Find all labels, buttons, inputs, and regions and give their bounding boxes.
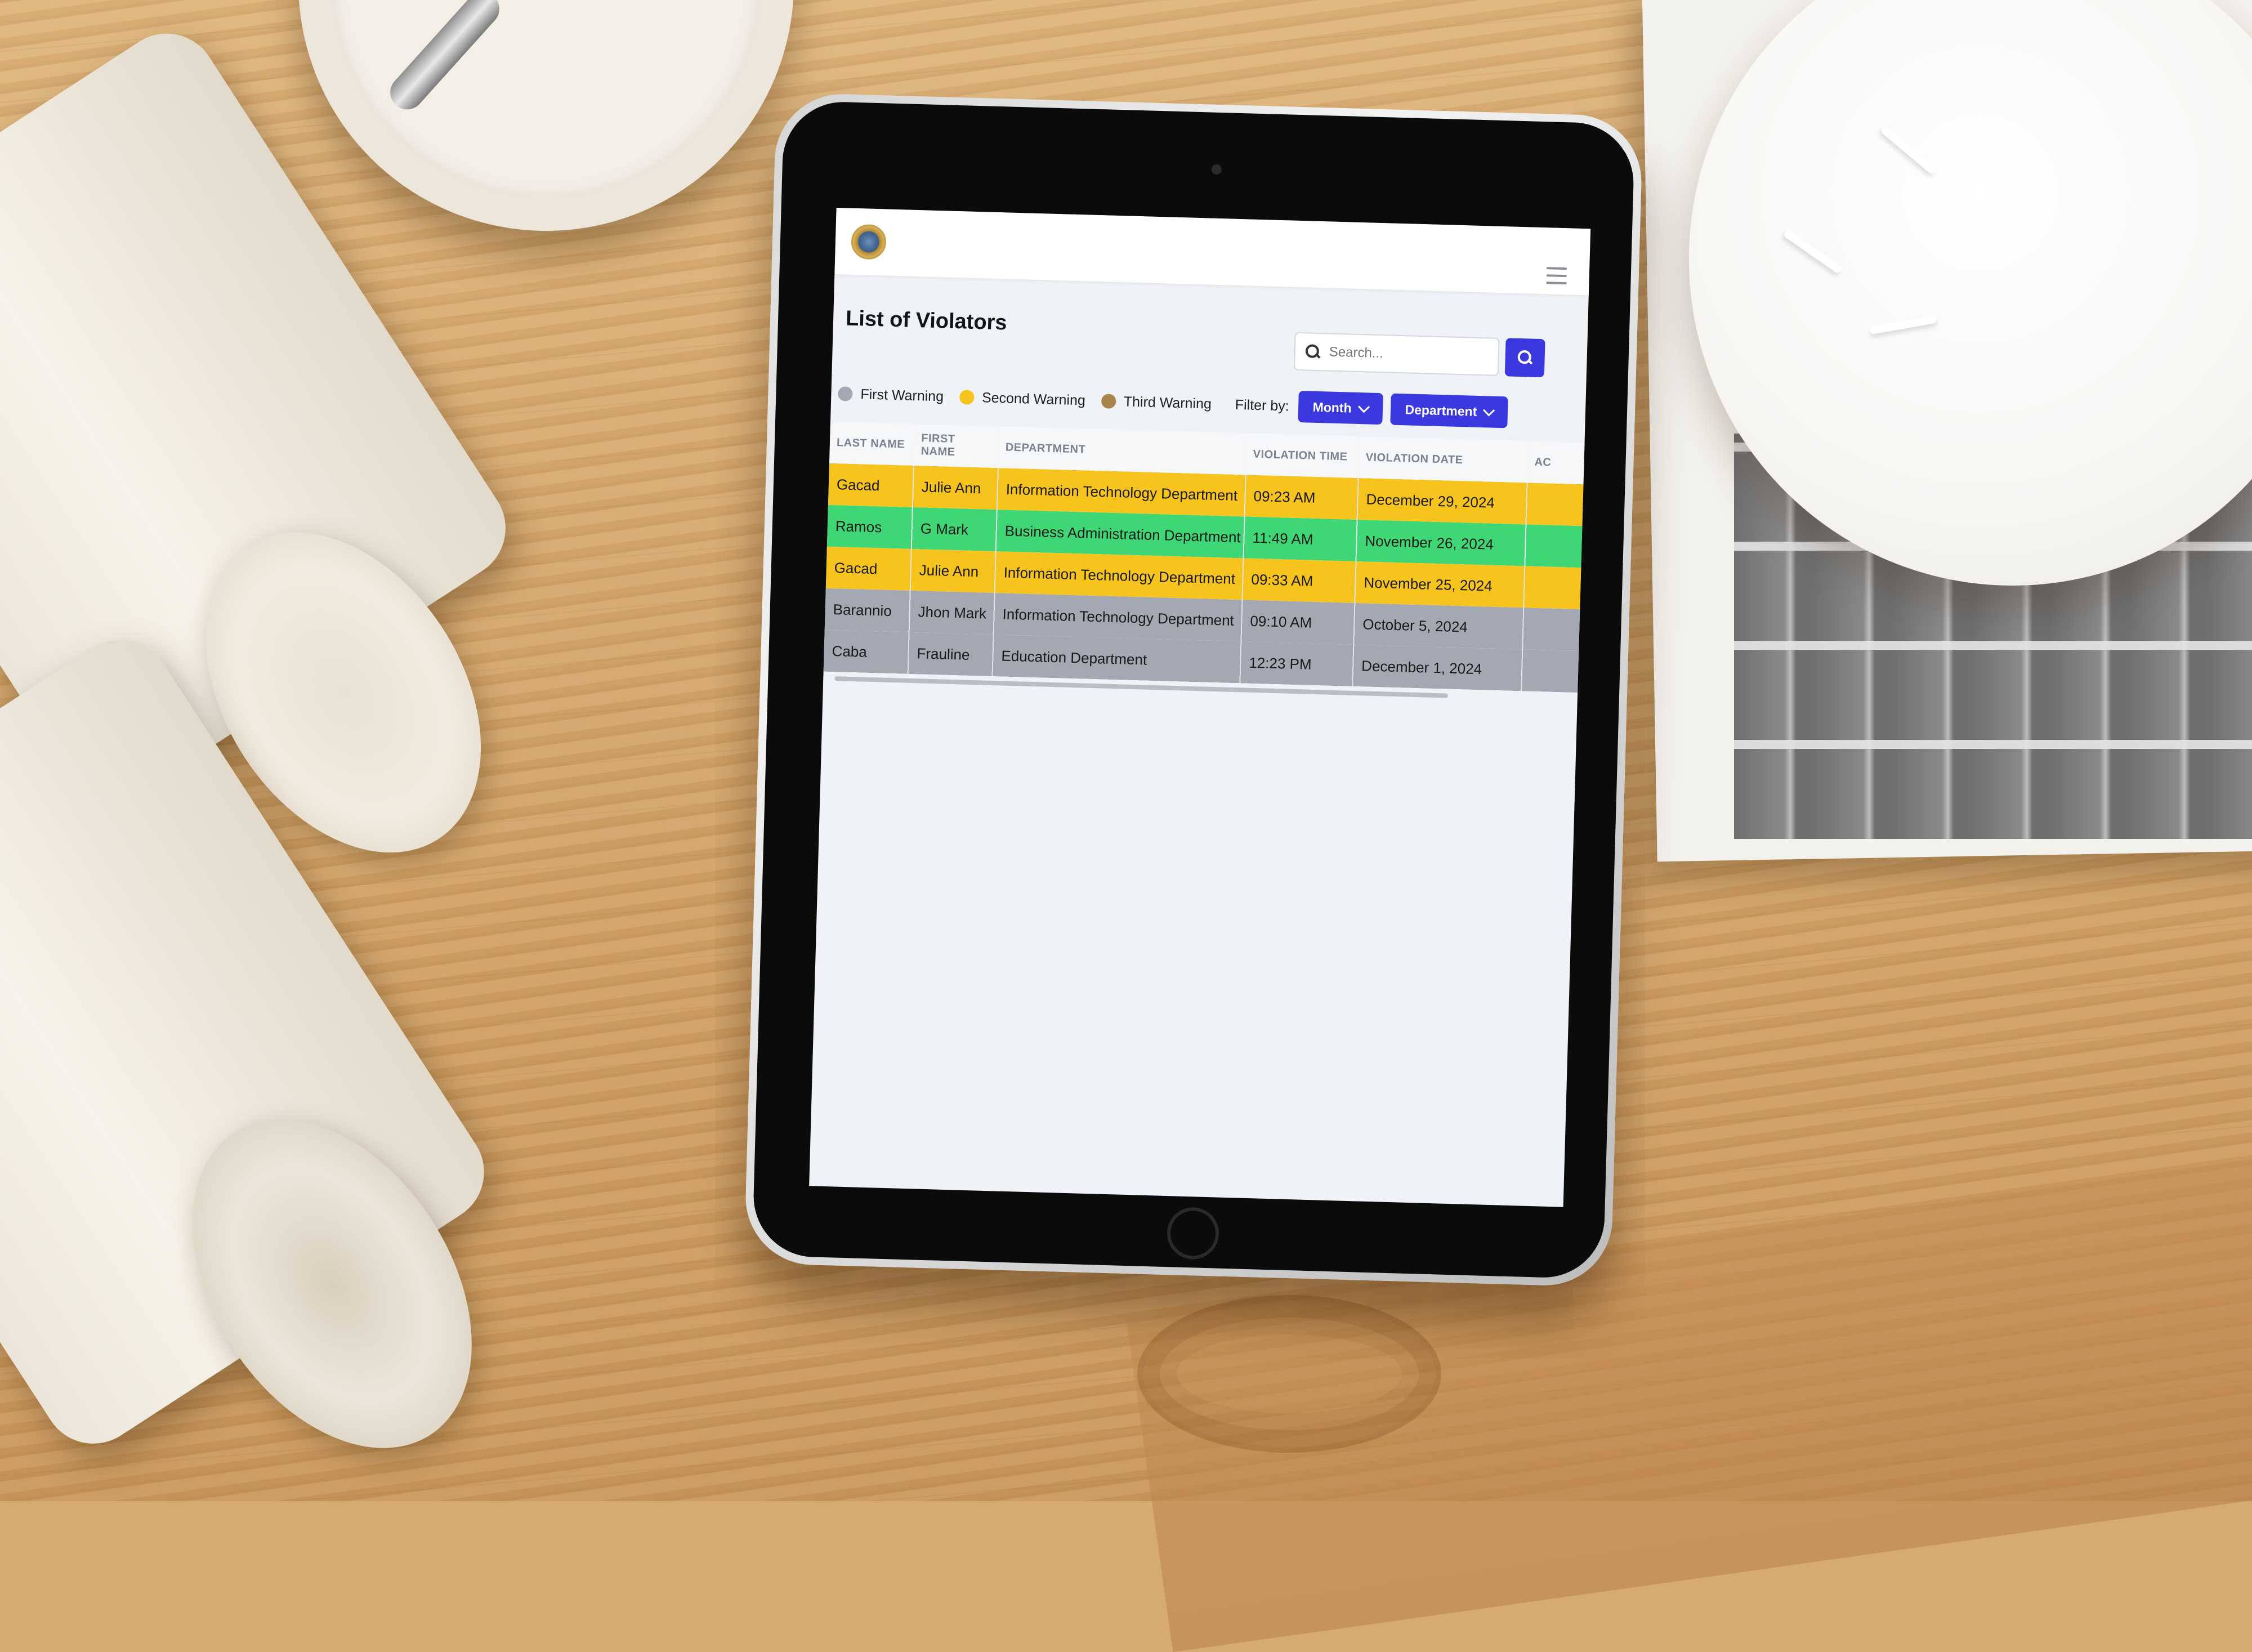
chevron-down-icon (1483, 404, 1495, 417)
column-header-actions[interactable]: AC (1527, 441, 1590, 485)
push-pin (1869, 315, 1937, 335)
cell-violation-time: 09:10 AM (1241, 600, 1355, 645)
home-button[interactable] (1166, 1207, 1220, 1260)
cell-department: Education Department (992, 635, 1241, 684)
cell-department: Information Technology Department (993, 593, 1243, 642)
cell-first-name: Julie Ann (910, 548, 996, 593)
cell-department: Information Technology Department (997, 468, 1246, 517)
legend-dot (959, 390, 975, 405)
push-pin (1782, 229, 1843, 275)
cell-actions[interactable] (1521, 649, 1585, 693)
filter-label: Filter by: (1235, 396, 1290, 414)
cell-first-name: G Mark (911, 507, 997, 552)
page-title: List of Violators (845, 306, 1008, 335)
menu-line (1547, 267, 1567, 270)
front-camera (1211, 164, 1222, 175)
cell-violation-date: October 5, 2024 (1353, 602, 1524, 650)
cell-actions[interactable] (1522, 608, 1586, 651)
legend-label: Second Warning (981, 389, 1086, 408)
cell-violation-time: 09:33 AM (1242, 558, 1356, 603)
top-navbar (834, 207, 1591, 296)
cell-last-name: Gacad (828, 463, 914, 507)
tablet-bezel: List of Violators First Warning Second W… (752, 100, 1636, 1279)
cell-first-name: Julie Ann (912, 465, 998, 510)
cell-last-name: Gacad (825, 546, 911, 591)
cell-violation-time: 09:23 AM (1244, 475, 1359, 520)
column-header-first-name[interactable]: FIRST NAME (913, 423, 999, 468)
violators-table: LAST NAME FIRST NAME DEPARTMENT VIOLATIO… (823, 421, 1590, 693)
push-pin (1880, 126, 1937, 175)
cell-last-name: Ramos (826, 504, 913, 549)
column-header-violation-date[interactable]: VIOLATION DATE (1358, 436, 1529, 483)
chevron-down-icon (1357, 400, 1370, 413)
search-box[interactable] (1293, 332, 1500, 376)
cell-first-name: Frauline (908, 632, 994, 677)
department-filter-button[interactable]: Department (1389, 393, 1509, 428)
cell-violation-date: November 26, 2024 (1356, 519, 1526, 566)
month-filter-label: Month (1312, 399, 1352, 416)
cell-actions[interactable] (1526, 483, 1589, 526)
column-header-last-name[interactable]: LAST NAME (829, 421, 915, 466)
menu-line (1546, 282, 1567, 285)
legend-second-warning: Second Warning (959, 389, 1086, 409)
menu-line (1546, 274, 1567, 278)
column-header-violation-time[interactable]: VIOLATION TIME (1245, 433, 1360, 479)
wood-knot (1137, 1295, 1441, 1453)
cell-actions[interactable] (1523, 566, 1587, 610)
search-button[interactable] (1504, 338, 1545, 378)
legend-label: First Warning (860, 386, 944, 404)
search-icon (1517, 350, 1532, 365)
column-header-department[interactable]: DEPARTMENT (998, 426, 1247, 475)
legend-first-warning: First Warning (838, 386, 944, 405)
tablet-device: List of Violators First Warning Second W… (744, 92, 1643, 1288)
legend-label: Third Warning (1123, 393, 1212, 412)
cell-violation-date: December 29, 2024 (1357, 478, 1527, 525)
cell-last-name: Barannio (824, 588, 910, 632)
month-filter-button[interactable]: Month (1297, 390, 1383, 425)
department-filter-label: Department (1405, 401, 1477, 419)
seal-logo-icon[interactable] (851, 224, 887, 260)
legend-dot (838, 386, 853, 401)
violators-table-container: LAST NAME FIRST NAME DEPARTMENT VIOLATIO… (823, 421, 1590, 693)
search-icon (1305, 344, 1320, 359)
cell-violation-time: 11:49 AM (1243, 516, 1357, 561)
hamburger-menu-icon[interactable] (1546, 267, 1567, 285)
app-screen: List of Violators First Warning Second W… (809, 207, 1591, 1207)
warning-legend: First Warning Second Warning Third Warni… (838, 378, 1516, 428)
cell-last-name: Caba (823, 629, 909, 674)
cell-department: Business Administration Department (995, 510, 1245, 559)
cell-violation-time: 12:23 PM (1240, 641, 1354, 686)
legend-dot (1101, 394, 1116, 409)
cell-first-name: Jhon Mark (909, 590, 995, 635)
cell-violation-date: November 25, 2024 (1355, 561, 1525, 608)
cell-violation-date: December 1, 2024 (1352, 644, 1523, 691)
search-input[interactable] (1328, 343, 1489, 365)
legend-third-warning: Third Warning (1101, 393, 1212, 412)
cell-actions[interactable] (1525, 524, 1588, 568)
cell-department: Information Technology Department (994, 551, 1244, 600)
